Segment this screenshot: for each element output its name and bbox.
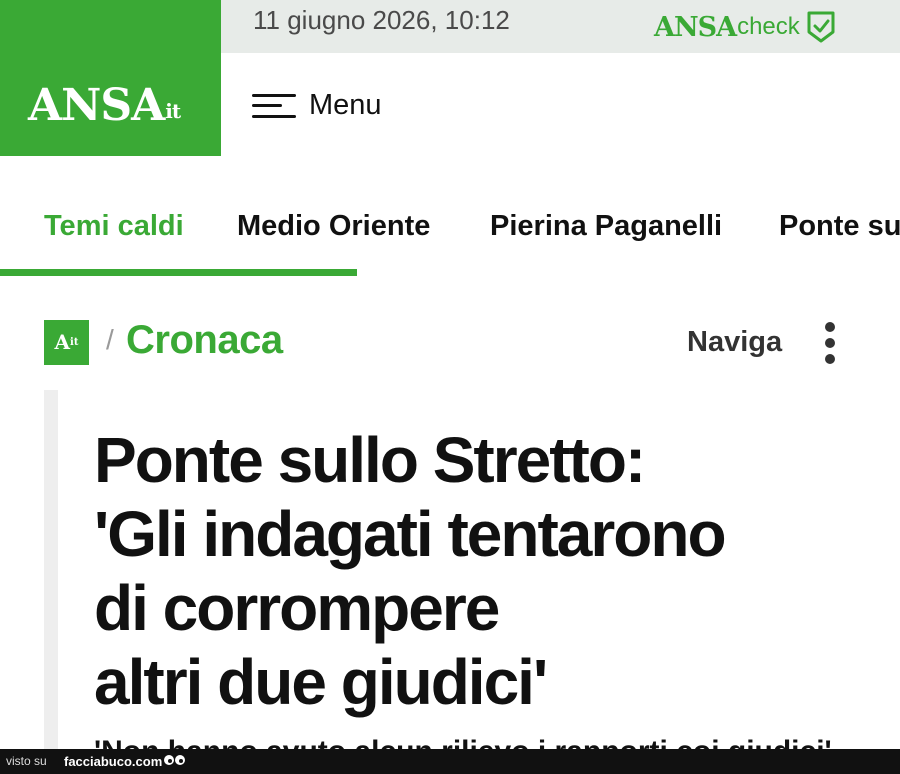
menu-label: Menu <box>309 88 382 121</box>
hot-topics-tabs: Temi caldi Medio Oriente Pierina Paganel… <box>0 196 900 276</box>
home-logo-button[interactable]: Ait <box>44 320 89 365</box>
tab-ponte-sullo-stretto[interactable]: Ponte sullo Stretto <box>779 210 900 243</box>
ansa-check-logo[interactable]: ANSA check <box>654 10 836 44</box>
tab-temi-caldi[interactable]: Temi caldi <box>44 210 184 243</box>
crumb-logo-letter: A <box>54 330 71 354</box>
tab-medio-oriente[interactable]: Medio Oriente <box>237 210 430 243</box>
date-time: 11 giugno 2026, 10:12 <box>253 5 510 35</box>
tab-pierina-paganelli[interactable]: Pierina Paganelli <box>490 210 722 243</box>
breadcrumb-separator: / <box>106 324 114 355</box>
naviga-button[interactable]: Naviga <box>687 326 782 359</box>
ansa-logo[interactable]: ANSAit <box>0 0 221 156</box>
headline-line: Ponte sullo Stretto: <box>94 424 646 496</box>
more-options-icon[interactable] <box>822 322 838 364</box>
crumb-logo-suffix: it <box>70 337 79 348</box>
watermark-prefix: visto su <box>6 754 47 768</box>
top-bar: ANSAit 11 giugno 2026, 10:12 ANSA check … <box>0 0 900 156</box>
watermark-brand: facciabuco.com <box>64 754 163 769</box>
headline-line: altri due giudici' <box>94 646 548 718</box>
check-word: check <box>737 13 800 40</box>
date-strip: 11 giugno 2026, 10:12 ANSA check <box>221 0 900 53</box>
breadcrumb: Ait / Cronaca Naviga <box>44 318 900 368</box>
article-headline: Ponte sullo Stretto: 'Gli indagati tenta… <box>94 423 874 719</box>
menu-button[interactable]: Menu <box>252 88 382 122</box>
watermark-bar: visto su facciabuco.com <box>0 749 900 774</box>
logo-wordmark: ANSA <box>28 80 165 131</box>
check-brand: ANSA <box>654 11 737 43</box>
article-side-rule <box>44 390 58 750</box>
logo-suffix: it <box>165 99 181 123</box>
eyes-icon <box>164 755 185 765</box>
headline-line: 'Gli indagati tentarono <box>94 498 727 570</box>
shield-check-icon <box>807 11 835 43</box>
hamburger-icon <box>252 88 296 122</box>
headline-line: di corrompere <box>94 572 500 644</box>
logo-text: ANSAit <box>28 84 181 128</box>
section-link-cronaca[interactable]: Cronaca <box>126 318 283 363</box>
active-tab-indicator <box>0 269 357 276</box>
